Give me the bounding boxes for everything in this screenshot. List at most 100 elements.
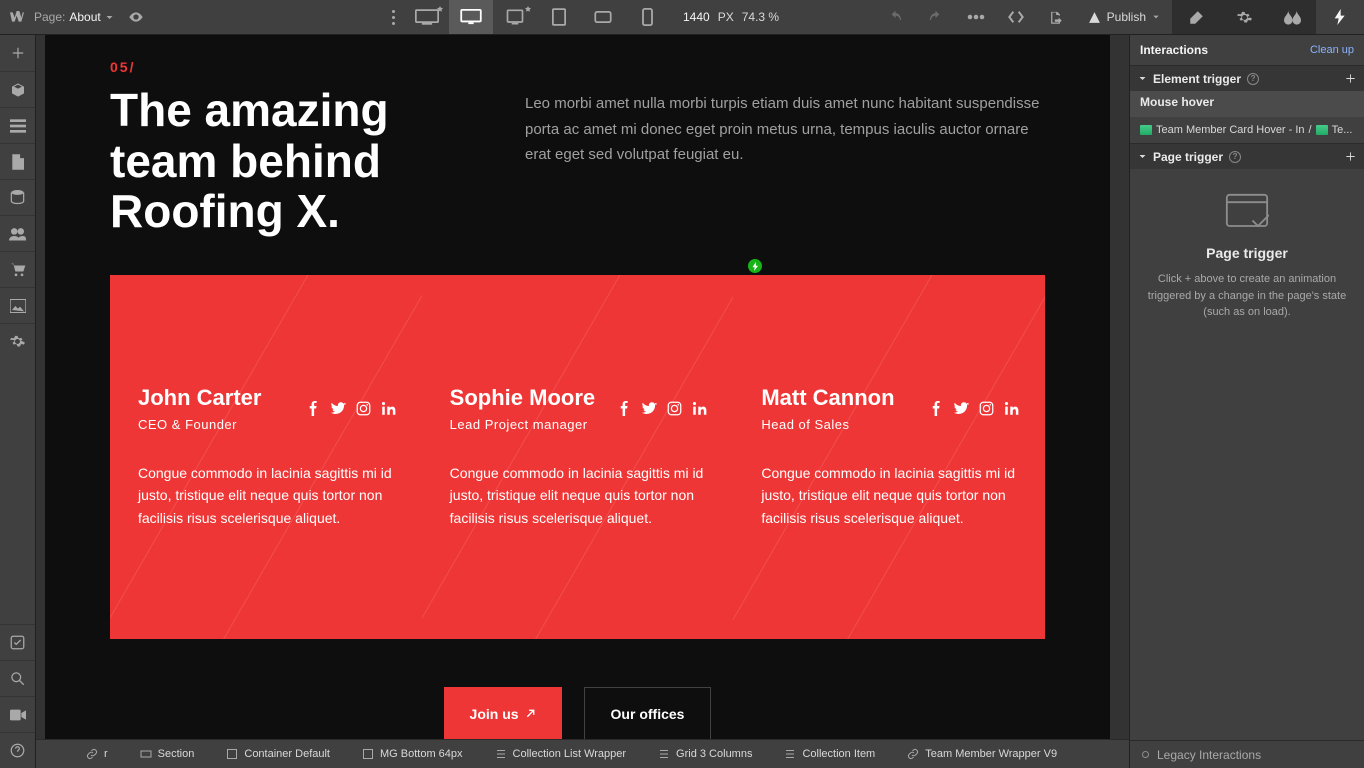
trigger-item[interactable]: Mouse hover xyxy=(1130,91,1364,117)
publish-button[interactable]: Publish xyxy=(1076,0,1172,34)
left-toolbar xyxy=(0,35,36,768)
section-icon xyxy=(140,748,152,760)
page-name[interactable]: About xyxy=(69,10,100,24)
facebook-icon[interactable] xyxy=(306,401,321,416)
facebook-icon[interactable] xyxy=(929,401,944,416)
animation-item[interactable]: Team Member Card Hover - In / Te... xyxy=(1130,117,1364,143)
link-icon xyxy=(907,748,919,760)
page-label: Page: xyxy=(34,10,65,24)
bp-mobile-landscape-button[interactable] xyxy=(581,0,625,34)
help-button[interactable] xyxy=(0,732,35,768)
breadcrumb-item[interactable]: r xyxy=(76,740,122,768)
instagram-icon[interactable] xyxy=(356,401,371,416)
link-icon xyxy=(86,748,98,760)
symbols-button[interactable] xyxy=(0,71,35,107)
canvas-unit: PX xyxy=(718,10,734,24)
project-settings-button[interactable] xyxy=(0,323,35,359)
trigger-label: Mouse hover xyxy=(1140,95,1214,109)
panel-title: Interactions xyxy=(1140,43,1208,57)
breadcrumb-item[interactable]: Container Default xyxy=(208,740,344,768)
arrow-icon xyxy=(525,708,536,719)
interaction-badge-icon[interactable] xyxy=(746,257,764,275)
page-trigger-section[interactable]: Page trigger ? xyxy=(1130,143,1364,169)
section-number: 05/ xyxy=(110,59,1045,75)
list-icon xyxy=(495,748,507,760)
right-tab-strip xyxy=(1172,0,1364,34)
code-icon[interactable] xyxy=(996,0,1036,34)
search-button[interactable] xyxy=(0,660,35,696)
chevron-down-icon xyxy=(1138,74,1147,83)
breadcrumb-item[interactable]: Team Member Wrapper V9 xyxy=(889,740,1071,768)
comments-icon[interactable] xyxy=(956,0,996,34)
linkedin-icon[interactable] xyxy=(381,401,396,416)
join-us-button[interactable]: Join us xyxy=(444,687,562,739)
export-icon[interactable] xyxy=(1036,0,1076,34)
plus-icon[interactable] xyxy=(1345,151,1356,162)
breadcrumb-item[interactable]: Section xyxy=(122,740,209,768)
canvas-size[interactable]: 1440 PX 74.3 % xyxy=(683,0,779,34)
users-button[interactable] xyxy=(0,215,35,251)
ecommerce-button[interactable] xyxy=(0,251,35,287)
interactions-tab[interactable] xyxy=(1316,0,1364,34)
chevron-down-icon[interactable] xyxy=(105,13,114,22)
twitter-icon[interactable] xyxy=(331,401,346,416)
more-icon[interactable] xyxy=(392,10,395,25)
logo-icon[interactable] xyxy=(8,9,24,25)
box-icon xyxy=(226,748,238,760)
panel-footer[interactable]: Legacy Interactions xyxy=(1130,740,1364,768)
help-icon[interactable]: ? xyxy=(1247,73,1259,85)
team-card[interactable]: John Carter CEO & Founder Congue commodo… xyxy=(110,275,422,639)
cms-button[interactable] xyxy=(0,179,35,215)
style-tab[interactable] xyxy=(1172,0,1220,34)
video-button[interactable] xyxy=(0,696,35,732)
team-card[interactable]: Team Member Wrapper V9 Sophie Moore Lead… xyxy=(422,275,734,639)
browser-check-icon xyxy=(1225,193,1269,233)
pages-button[interactable] xyxy=(0,143,35,179)
canvas-zoom: 74.3 % xyxy=(742,10,779,24)
bp-mobile-button[interactable] xyxy=(625,0,669,34)
canvas[interactable]: 05/ The amazing team behind Roofing X. L… xyxy=(36,35,1129,739)
settings-tab[interactable] xyxy=(1220,0,1268,34)
twitter-icon[interactable] xyxy=(642,401,657,416)
help-icon[interactable]: ? xyxy=(1229,151,1241,163)
image-thumb-icon xyxy=(1316,125,1328,135)
assets-button[interactable] xyxy=(0,287,35,323)
intro-paragraph[interactable]: Leo morbi amet nulla morbi turpis etiam … xyxy=(525,91,1045,168)
add-element-button[interactable] xyxy=(0,35,35,71)
element-trigger-section[interactable]: Element trigger ? xyxy=(1130,65,1364,91)
cleanup-link[interactable]: Clean up xyxy=(1310,44,1354,56)
breadcrumb-item[interactable]: Collection List Wrapper xyxy=(477,740,641,768)
canvas-width: 1440 xyxy=(683,10,710,24)
page-heading[interactable]: The amazing team behind Roofing X. xyxy=(110,85,485,237)
audit-button[interactable] xyxy=(0,624,35,660)
section-label: Element trigger xyxy=(1153,72,1241,86)
breadcrumb-item[interactable]: MG Bottom 64px xyxy=(344,740,477,768)
linkedin-icon[interactable] xyxy=(692,401,707,416)
bp-xl-button[interactable] xyxy=(405,0,449,34)
hero: The amazing team behind Roofing X. Leo m… xyxy=(110,85,1045,237)
linkedin-icon[interactable] xyxy=(1004,401,1019,416)
list-icon xyxy=(658,748,670,760)
twitter-icon[interactable] xyxy=(954,401,969,416)
team-role: Head of Sales xyxy=(761,417,1017,432)
team-bio: Congue commodo in lacinia sagittis mi id… xyxy=(450,462,706,529)
artboard: 05/ The amazing team behind Roofing X. L… xyxy=(45,35,1110,739)
team-role: CEO & Founder xyxy=(138,417,394,432)
team-card[interactable]: Matt Cannon Head of Sales Congue commodo… xyxy=(733,275,1045,639)
undo-icon[interactable] xyxy=(876,0,916,34)
instagram-icon[interactable] xyxy=(979,401,994,416)
redo-icon[interactable] xyxy=(916,0,956,34)
breadcrumb-overflow[interactable] xyxy=(36,740,76,768)
breadcrumb-item[interactable]: Grid 3 Columns xyxy=(640,740,766,768)
instagram-icon[interactable] xyxy=(667,401,682,416)
our-offices-button[interactable]: Our offices xyxy=(584,687,712,739)
breadcrumb-item[interactable]: Collection Item xyxy=(766,740,889,768)
preview-icon[interactable] xyxy=(128,9,144,25)
plus-icon[interactable] xyxy=(1345,73,1356,84)
bp-desktop-button[interactable] xyxy=(449,0,493,34)
bp-tablet-portrait-button[interactable] xyxy=(537,0,581,34)
bp-tablet-button[interactable] xyxy=(493,0,537,34)
effects-tab[interactable] xyxy=(1268,0,1316,34)
navigator-button[interactable] xyxy=(0,107,35,143)
facebook-icon[interactable] xyxy=(617,401,632,416)
